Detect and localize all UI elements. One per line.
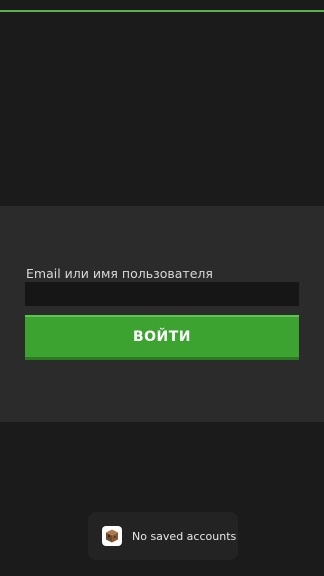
username-input[interactable]	[25, 282, 299, 306]
top-accent-bar	[0, 0, 324, 12]
app-cube-icon	[102, 526, 122, 546]
saved-accounts-toast: No saved accounts	[88, 512, 238, 560]
header-area	[0, 12, 324, 206]
login-panel: Email или имя пользователя ВОЙТИ	[0, 206, 324, 422]
toast-message: No saved accounts	[132, 529, 237, 543]
username-field-label: Email или имя пользователя	[26, 266, 213, 281]
login-button-label: ВОЙТИ	[132, 329, 192, 345]
login-button[interactable]: ВОЙТИ	[25, 315, 299, 360]
